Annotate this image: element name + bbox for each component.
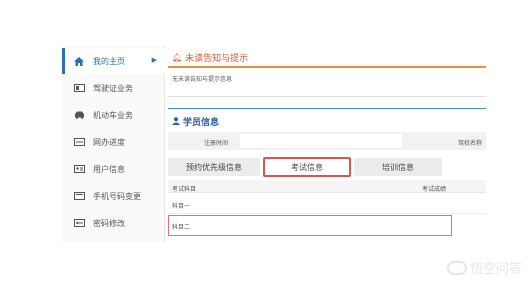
sidebar-item-phone-change[interactable]: 手机号码变更 (62, 183, 165, 209)
student-divider (168, 108, 486, 109)
phone-icon (73, 191, 85, 201)
key-icon (73, 218, 85, 228)
id-card-icon (73, 83, 85, 93)
bell-icon: 🔔︎ (172, 52, 183, 62)
watermark: 悟空问答 (446, 258, 522, 277)
section-divider (168, 96, 486, 97)
sidebar-item-home[interactable]: 我的主页 ▶ (62, 48, 165, 74)
table-row-highlighted: 科目二 (168, 215, 452, 236)
watermark-text: 悟空问答 (469, 261, 522, 276)
tab-training-info[interactable]: 培训信息 (354, 158, 442, 176)
sidebar: 我的主页 ▶ 驾驶证业务 机动车业务 网办进度 用户信息 手机号码变更 密码修改 (62, 46, 165, 242)
user-card-icon (73, 164, 85, 174)
tab-priority-info[interactable]: 预约优先级信息 (168, 158, 260, 176)
table-row: 科目一 (168, 194, 486, 214)
sidebar-item-label: 我的主页 (93, 56, 125, 66)
notice-title: 未读告知与提示 (185, 52, 249, 63)
chevron-right-icon: ▶ (151, 57, 157, 64)
main-panel: 🔔︎ 未读告知与提示 无未读告知与提示信息 学员信息 注册时间 驾校名称 预约优… (168, 46, 486, 242)
sidebar-item-label: 机动车业务 (93, 110, 133, 120)
user-icon (172, 116, 180, 127)
sidebar-item-user-info[interactable]: 用户信息 (62, 156, 165, 182)
sidebar-item-label: 驾驶证业务 (93, 83, 133, 93)
home-icon (73, 56, 85, 66)
sidebar-item-progress[interactable]: 网办进度 (62, 129, 165, 155)
exam-table-header: 考试科目 考试成绩 (168, 180, 486, 193)
notice-body: 无未读告知与提示信息 (172, 77, 233, 83)
column-header-subject: 考试科目 (172, 187, 197, 193)
column-header-score: 考试成绩 (422, 187, 447, 193)
sidebar-item-label: 网办进度 (93, 137, 125, 147)
register-time-label: 注册时间 (204, 141, 229, 147)
watermark-logo-icon (446, 260, 467, 275)
register-time-value (240, 134, 402, 148)
sidebar-item-license[interactable]: 驾驶证业务 (62, 75, 165, 101)
progress-icon (73, 137, 85, 147)
tab-exam-info[interactable]: 考试信息 (263, 157, 351, 177)
sidebar-item-label: 手机号码变更 (93, 191, 141, 201)
student-info-header: 学员信息 (172, 115, 219, 128)
student-info-title: 学员信息 (183, 117, 220, 127)
table-cell-subject: 科目二 (172, 225, 191, 231)
table-cell-subject: 科目一 (172, 204, 191, 210)
notice-header: 🔔︎ 未读告知与提示 (172, 49, 248, 65)
school-name-label: 驾校名称 (457, 141, 482, 147)
sidebar-item-label: 用户信息 (93, 164, 125, 174)
info-tabs: 预约优先级信息 考试信息 培训信息 (168, 156, 486, 178)
sidebar-item-password[interactable]: 密码修改 (62, 210, 165, 236)
student-info-row: 注册时间 驾校名称 (168, 132, 486, 150)
sidebar-item-vehicle[interactable]: 机动车业务 (62, 102, 165, 128)
car-icon (73, 110, 85, 120)
notice-divider (168, 66, 486, 68)
sidebar-item-label: 密码修改 (93, 218, 125, 228)
